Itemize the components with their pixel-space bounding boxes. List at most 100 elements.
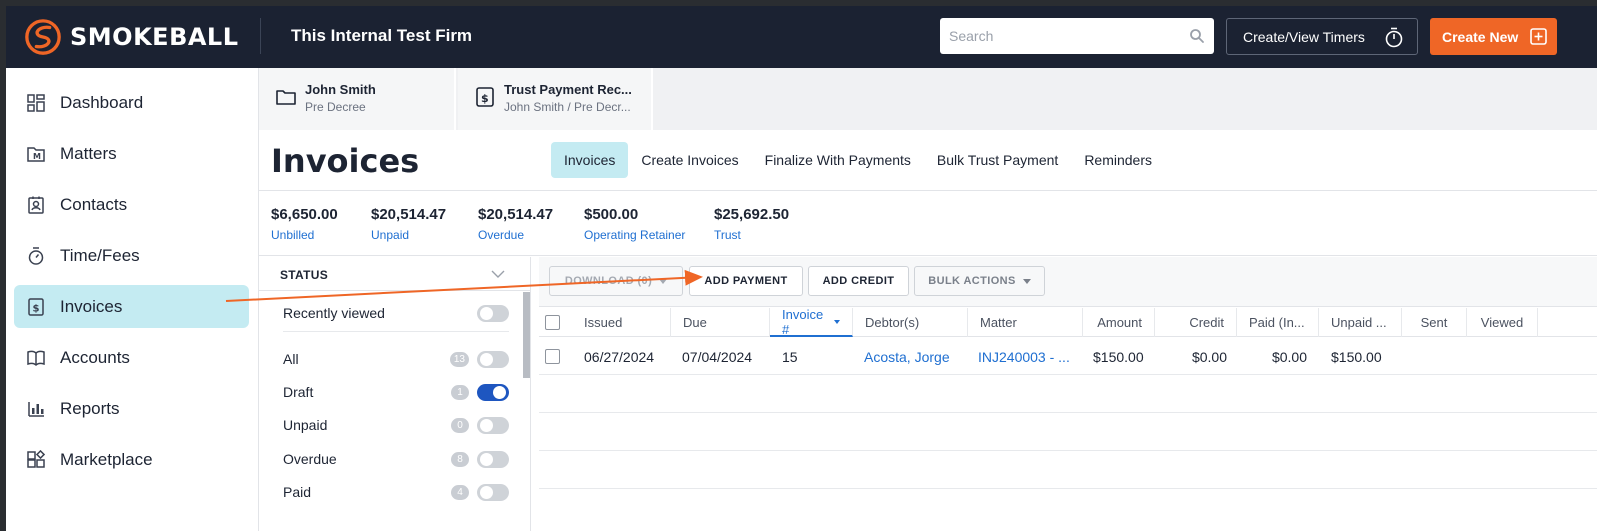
column-viewed[interactable]: Viewed (1467, 308, 1538, 337)
status-filter-draft[interactable]: Draft 1 (283, 381, 509, 403)
cell-issued: 06/27/2024 (584, 348, 655, 365)
top-bar: SMOKEBALL This Internal Test Firm Create… (6, 6, 1597, 68)
sidebar-item-dashboard[interactable]: Dashboard (14, 81, 249, 124)
empty-row (539, 452, 1597, 489)
draft-toggle[interactable] (477, 383, 509, 401)
search-box[interactable] (940, 18, 1214, 54)
summary-unbilled[interactable]: $6,650.00 Unbilled (271, 206, 338, 242)
smokeball-logo-icon (25, 19, 61, 55)
table-header: Issued Due Invoice # Debtor(s) Matter Am… (539, 306, 1597, 337)
column-label: Invoice # (782, 306, 824, 337)
status-filter-header[interactable]: STATUS (259, 257, 531, 291)
sidebar-item-matters[interactable]: M Matters (14, 132, 249, 175)
column-credit[interactable]: Credit (1155, 308, 1237, 337)
status-heading: STATUS (280, 268, 329, 282)
sidebar-item-accounts[interactable]: Accounts (14, 336, 249, 379)
cell-unpaid: $150.00 (1331, 348, 1382, 365)
summary-unpaid[interactable]: $20,514.47 Unpaid (371, 206, 446, 242)
status-scrollbar[interactable] (523, 292, 530, 378)
column-issued[interactable]: Issued (572, 308, 671, 337)
matter-tab-bar: John Smith Pre Decree $ Trust Payment Re… (259, 68, 1597, 130)
matter-tab-subtitle: John Smith / Pre Decr... (504, 100, 631, 114)
summary-label[interactable]: Unbilled (271, 228, 338, 242)
count-badge: 13 (449, 351, 469, 367)
dashboard-icon (27, 93, 45, 112)
summary-label[interactable]: Trust (714, 228, 789, 242)
row-checkbox[interactable] (545, 349, 560, 364)
search-icon[interactable] (1189, 28, 1205, 44)
sidebar-item-invoices[interactable]: $ Invoices (14, 285, 249, 328)
brand-logo[interactable]: SMOKEBALL (24, 18, 239, 56)
create-view-timers-button[interactable]: Create/View Timers (1226, 18, 1418, 55)
unpaid-toggle[interactable] (477, 416, 509, 434)
summary-operating-retainer[interactable]: $500.00 Operating Retainer (584, 206, 685, 242)
search-input[interactable] (949, 28, 1189, 44)
matter-tab-title: John Smith (305, 82, 376, 97)
sidebar-item-time-fees[interactable]: Time/Fees (14, 234, 249, 277)
create-new-button[interactable]: Create New (1430, 18, 1557, 55)
empty-row (539, 376, 1597, 413)
summary-label[interactable]: Operating Retainer (584, 228, 685, 242)
sidebar-item-contacts[interactable]: Contacts (14, 183, 249, 226)
chevron-down-icon[interactable] (491, 269, 505, 279)
column-unpaid[interactable]: Unpaid ... (1319, 308, 1402, 337)
select-all-checkbox[interactable] (545, 315, 560, 330)
matter-tab-john-smith[interactable]: John Smith Pre Decree (259, 68, 456, 130)
cell-viewed (1467, 338, 1538, 375)
summary-overdue[interactable]: $20,514.47 Overdue (478, 206, 553, 242)
bulk-actions-button[interactable]: BULK ACTIONS (914, 266, 1045, 296)
topbar-divider (260, 18, 261, 54)
all-toggle[interactable] (477, 350, 509, 368)
status-filter-overdue[interactable]: Overdue 8 (283, 448, 509, 470)
cell-amount: $150.00 (1093, 348, 1144, 365)
column-sent[interactable]: Sent (1402, 308, 1467, 337)
download-button[interactable]: DOWNLOAD (0) (549, 266, 683, 296)
app-window: SMOKEBALL This Internal Test Firm Create… (6, 6, 1597, 531)
column-paid[interactable]: Paid (In... (1237, 308, 1319, 337)
empty-row (539, 414, 1597, 451)
summary-label[interactable]: Unpaid (371, 228, 446, 242)
cell-debtor-link[interactable]: Acosta, Jorge (864, 338, 964, 375)
status-filter-all[interactable]: All 13 (283, 348, 509, 370)
status-filter-unpaid[interactable]: Unpaid 0 (283, 414, 509, 436)
tab-create-invoices[interactable]: Create Invoices (628, 142, 751, 178)
add-payment-button[interactable]: ADD PAYMENT (689, 266, 803, 296)
caret-down-icon (659, 278, 668, 284)
tab-invoices[interactable]: Invoices (551, 142, 629, 178)
recently-viewed-filter[interactable]: Recently viewed (283, 302, 509, 324)
svg-text:M: M (33, 152, 41, 161)
svg-text:$: $ (33, 303, 40, 314)
add-credit-label: ADD CREDIT (822, 275, 895, 287)
sidebar-item-label: Contacts (60, 194, 128, 214)
tab-reminders[interactable]: Reminders (1071, 142, 1165, 178)
filter-label: Unpaid (283, 417, 328, 433)
sidebar-item-reports[interactable]: Reports (14, 387, 249, 430)
summary-label[interactable]: Overdue (478, 228, 553, 242)
add-credit-button[interactable]: ADD CREDIT (808, 266, 909, 296)
reports-icon (28, 401, 44, 417)
column-due[interactable]: Due (671, 308, 770, 337)
column-matter[interactable]: Matter (968, 308, 1083, 337)
dollar-doc-icon: $ (476, 87, 494, 107)
contacts-icon (28, 196, 44, 214)
tab-bulk-trust-payment[interactable]: Bulk Trust Payment (924, 142, 1071, 178)
column-invoice-number[interactable]: Invoice # (770, 306, 853, 337)
status-filter-paid[interactable]: Paid 4 (283, 481, 509, 503)
summary-trust[interactable]: $25,692.50 Trust (714, 206, 789, 242)
brand-name: SMOKEBALL (70, 23, 239, 51)
column-amount[interactable]: Amount (1083, 308, 1155, 337)
overdue-toggle[interactable] (477, 450, 509, 468)
cell-invoice-number[interactable]: 15 (782, 338, 842, 375)
recently-viewed-toggle[interactable] (477, 304, 509, 322)
cell-matter-link[interactable]: INJ240003 - ... (978, 338, 1078, 375)
sidebar-item-marketplace[interactable]: Marketplace (14, 438, 249, 481)
matter-tab-title: Trust Payment Rec... (504, 82, 632, 97)
table-row[interactable]: 06/27/2024 07/04/2024 15 Acosta, Jorge I… (539, 338, 1597, 375)
divider (283, 331, 509, 332)
column-debtors[interactable]: Debtor(s) (853, 308, 968, 337)
sidebar: Dashboard M Matters Contacts Time/Fees $… (6, 68, 258, 531)
matter-tab-trust-payment[interactable]: $ Trust Payment Rec... John Smith / Pre … (458, 68, 653, 130)
svg-text:$: $ (481, 92, 489, 105)
tab-finalize-with-payments[interactable]: Finalize With Payments (752, 142, 924, 178)
paid-toggle[interactable] (477, 483, 509, 501)
